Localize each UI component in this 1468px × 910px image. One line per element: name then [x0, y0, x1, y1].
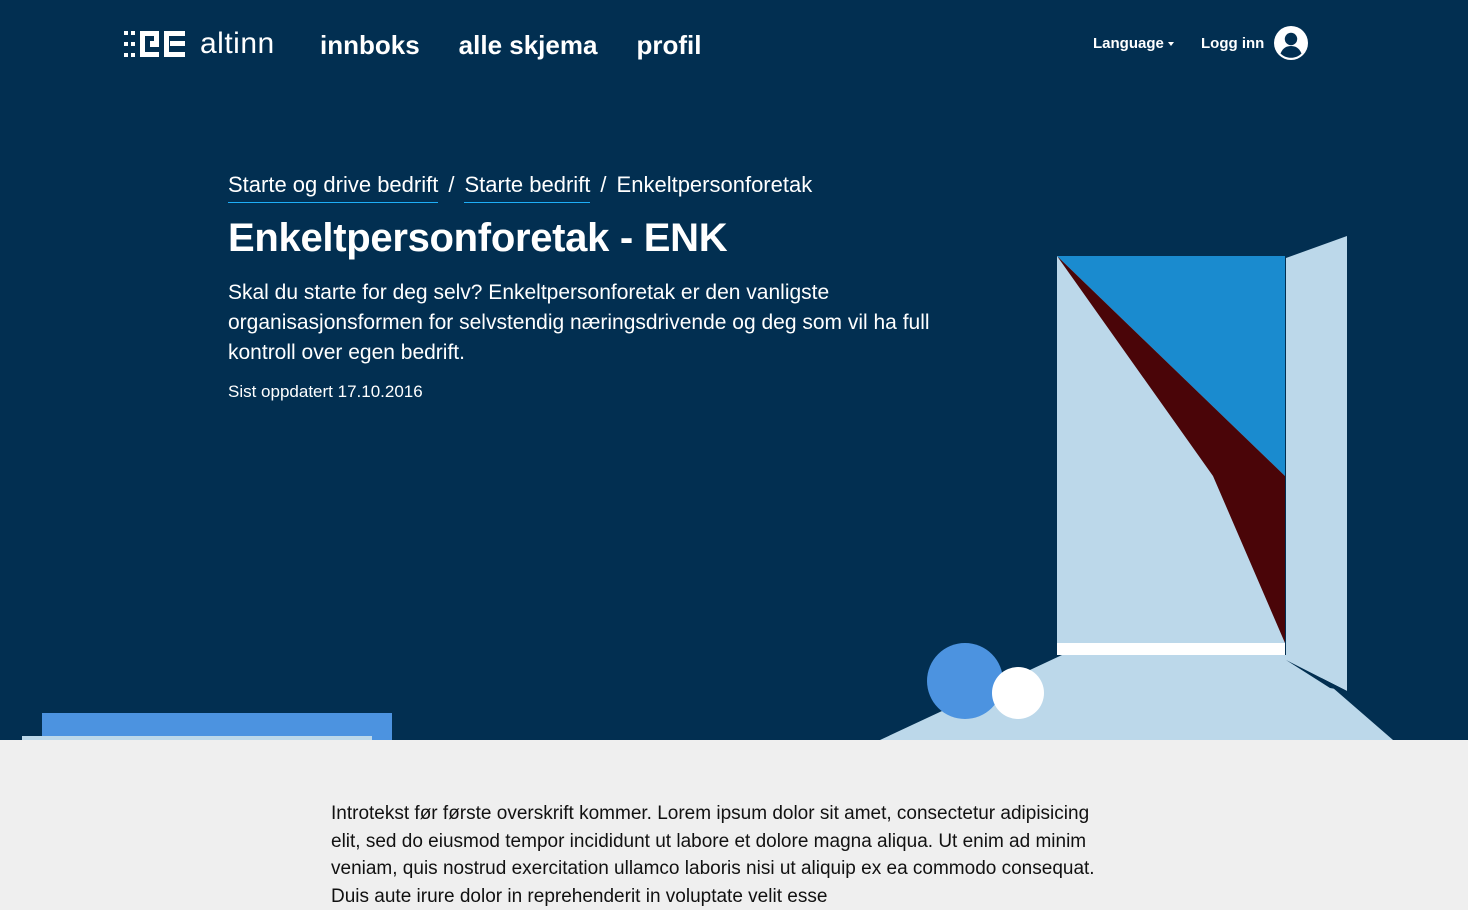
altinn-logo-icon	[124, 31, 185, 57]
door-illustration	[22, 236, 1393, 740]
logo-text: altinn	[200, 27, 275, 60]
nav-item-innboks[interactable]: innboks	[320, 30, 420, 60]
nav-item-profil[interactable]: profil	[636, 30, 701, 60]
breadcrumb-link-starte-bedrift[interactable]: Starte bedrift	[464, 172, 591, 203]
main-nav: innboks alle skjema profil	[320, 30, 740, 60]
user-avatar-icon	[1274, 26, 1309, 60]
breadcrumb-separator: /	[600, 172, 607, 197]
login-button[interactable]: Logg inn	[1201, 26, 1309, 60]
altinn-logo[interactable]: altinn	[124, 28, 275, 60]
caret-down-icon	[1167, 41, 1174, 46]
breadcrumb-current: Enkeltpersonforetak	[616, 172, 813, 197]
login-label: Logg inn	[1201, 34, 1265, 52]
language-selector[interactable]: Language	[1093, 35, 1174, 52]
breadcrumb: Starte og drive bedrift / Starte bedrift…	[228, 172, 812, 203]
breadcrumb-link-starte-og-drive-bedrift[interactable]: Starte og drive bedrift	[228, 172, 439, 203]
last-updated: Sist oppdatert 17.10.2016	[228, 382, 423, 401]
page-title: Enkeltpersonforetak - ENK	[228, 216, 728, 260]
hero-banner: altinn innboks alle skjema profil Langua…	[0, 0, 1468, 740]
language-label: Language	[1093, 35, 1164, 52]
page-ingress: Skal du starte for deg selv? Enkeltperso…	[228, 281, 930, 364]
nav-item-alle-skjema[interactable]: alle skjema	[459, 30, 598, 60]
intro-text: Introtekst før første overskrift kommer.…	[331, 803, 1095, 907]
breadcrumb-separator: /	[448, 172, 455, 197]
